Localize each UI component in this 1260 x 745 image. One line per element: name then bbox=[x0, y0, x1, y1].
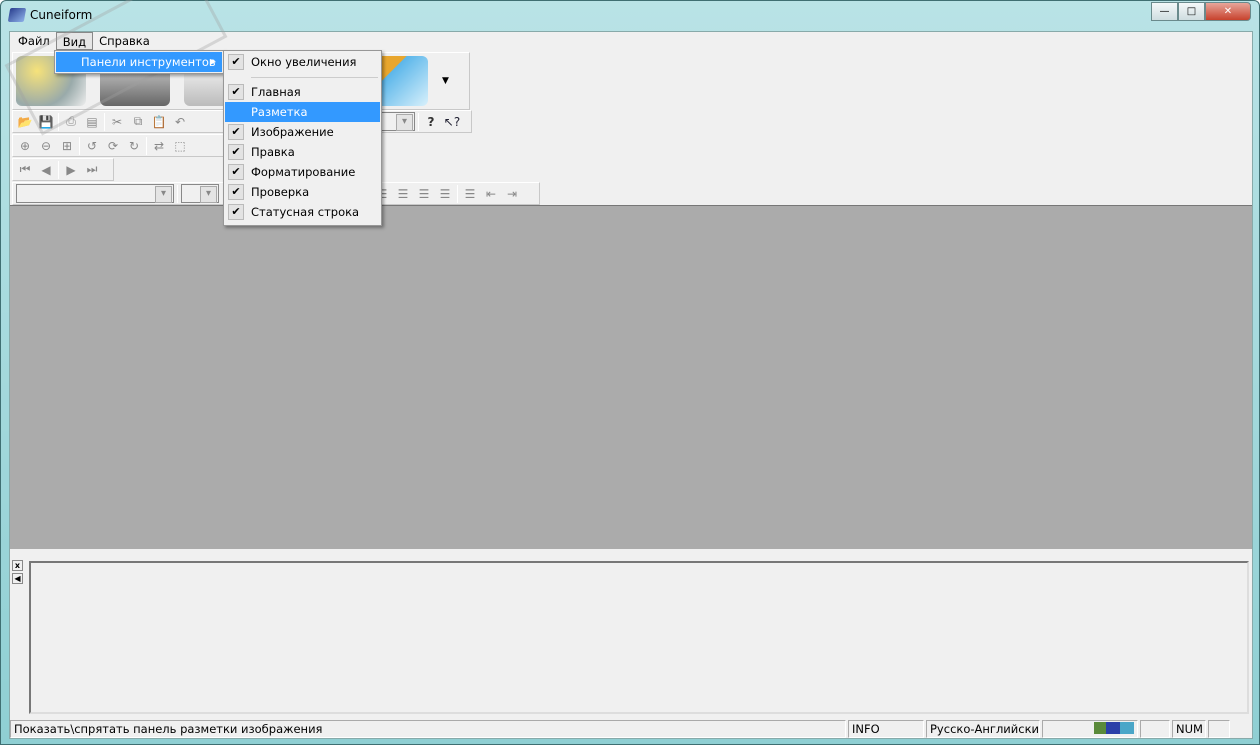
cut-icon[interactable]: ✂ bbox=[108, 113, 126, 131]
open-icon[interactable]: 📂 bbox=[16, 113, 34, 131]
panel-close-button[interactable]: x bbox=[12, 560, 23, 571]
panel-collapse-button[interactable]: ◀ bbox=[12, 573, 23, 584]
image-toolbar: ⊕ ⊖ ⊞ ↺ ⟳ ↻ ⇄ ⬚ bbox=[12, 134, 224, 157]
app-icon bbox=[7, 8, 27, 22]
paste-icon[interactable]: 📋 bbox=[150, 113, 168, 131]
toolbars-submenu: ✔ Окно увеличения ✔ Главная Разметка ✔ Изоб… bbox=[223, 50, 382, 226]
fit-icon[interactable]: ⊞ bbox=[58, 137, 76, 155]
print-preview-icon[interactable]: ▤ bbox=[83, 113, 101, 131]
view-menu: Панели инструментов ▶ bbox=[54, 50, 224, 74]
status-num: NUM bbox=[1172, 720, 1206, 738]
invert-icon[interactable]: ⇄ bbox=[150, 137, 168, 155]
check-icon: ✔ bbox=[228, 204, 244, 220]
title-bar: Cuneiform — □ ✕ bbox=[1, 1, 1259, 31]
menu-item-layout[interactable]: Разметка bbox=[225, 102, 380, 122]
font-combo[interactable] bbox=[16, 184, 174, 203]
last-page-icon[interactable]: ⏭ bbox=[83, 161, 101, 179]
status-language: Русско-Английский bbox=[926, 720, 1040, 738]
rotate-180-icon[interactable]: ⟳ bbox=[104, 137, 122, 155]
text-area[interactable] bbox=[29, 561, 1249, 714]
status-view-icons bbox=[1042, 720, 1138, 738]
table-view-icon[interactable] bbox=[1106, 722, 1120, 734]
copy-icon[interactable]: ⧉ bbox=[129, 113, 147, 131]
rotate-right-icon[interactable]: ↻ bbox=[125, 137, 143, 155]
status-message: Показать\спрятать панель разметки изобра… bbox=[10, 720, 846, 738]
print-icon[interactable]: ⎙ bbox=[62, 113, 80, 131]
help-icon[interactable]: ? bbox=[422, 113, 440, 131]
menu-help[interactable]: Справка bbox=[93, 32, 156, 50]
indent-icon[interactable]: ⇥ bbox=[503, 185, 521, 203]
submenu-arrow-icon: ▶ bbox=[209, 57, 216, 66]
justify-icon[interactable]: ☰ bbox=[436, 185, 454, 203]
list-icon[interactable]: ☰ bbox=[461, 185, 479, 203]
close-button[interactable]: ✕ bbox=[1205, 2, 1251, 21]
menu-item-zoom-window[interactable]: ✔ Окно увеличения bbox=[225, 52, 380, 72]
window-title: Cuneiform bbox=[30, 8, 93, 22]
menu-file[interactable]: Файл bbox=[12, 32, 56, 50]
next-page-icon[interactable]: ▶ bbox=[62, 161, 80, 179]
menu-item-statusbar[interactable]: ✔ Статусная строка bbox=[225, 202, 380, 222]
columns-view-icon[interactable] bbox=[1120, 722, 1134, 734]
menu-item-toolbars[interactable]: Панели инструментов ▶ bbox=[56, 52, 222, 72]
menu-item-edit[interactable]: ✔ Правка bbox=[225, 142, 380, 162]
check-icon: ✔ bbox=[228, 144, 244, 160]
check-icon: ✔ bbox=[228, 84, 244, 100]
navigation-toolbar: ⏮ ◀ ▶ ⏭ bbox=[12, 158, 114, 181]
select-area-icon[interactable]: ⬚ bbox=[171, 137, 189, 155]
minimize-button[interactable]: — bbox=[1151, 2, 1178, 21]
zoom-in-icon[interactable]: ⊕ bbox=[16, 137, 34, 155]
first-page-icon[interactable]: ⏮ bbox=[16, 161, 34, 179]
outdent-icon[interactable]: ⇤ bbox=[482, 185, 500, 203]
menu-item-formatting[interactable]: ✔ Форматирование bbox=[225, 162, 380, 182]
check-icon: ✔ bbox=[228, 164, 244, 180]
menu-item-image[interactable]: ✔ Изображение bbox=[225, 122, 380, 142]
image-view-icon[interactable] bbox=[1094, 722, 1106, 734]
image-workspace[interactable] bbox=[10, 205, 1252, 549]
align-right-icon[interactable]: ☰ bbox=[415, 185, 433, 203]
text-panel: x ◀ bbox=[10, 552, 1252, 717]
zoom-out-icon[interactable]: ⊖ bbox=[37, 137, 55, 155]
align-center-icon[interactable]: ☰ bbox=[394, 185, 412, 203]
menu-item-main[interactable]: ✔ Главная bbox=[225, 82, 380, 102]
menu-view[interactable]: Вид bbox=[55, 32, 94, 50]
save-icon[interactable]: 💾 bbox=[37, 113, 55, 131]
font-size-combo[interactable] bbox=[181, 184, 219, 203]
status-info: INFO bbox=[848, 720, 924, 738]
prev-page-icon[interactable]: ◀ bbox=[37, 161, 55, 179]
app-window: Cuneiform — □ ✕ Файл Вид Справка ▼ 📂 💾 ⎙… bbox=[0, 0, 1260, 745]
undo-icon[interactable]: ↶ bbox=[171, 113, 189, 131]
check-icon: ✔ bbox=[228, 54, 244, 70]
check-icon: ✔ bbox=[228, 124, 244, 140]
client-area: Файл Вид Справка ▼ 📂 💾 ⎙ ▤ ✂ ⧉ 📋 ↶ ? ↖? … bbox=[9, 31, 1253, 739]
menu-bar: Файл Вид Справка bbox=[10, 32, 1252, 51]
dropdown-arrow-icon[interactable]: ▼ bbox=[442, 76, 449, 86]
context-help-icon[interactable]: ↖? bbox=[443, 113, 461, 131]
menu-item-spellcheck[interactable]: ✔ Проверка bbox=[225, 182, 380, 202]
rotate-left-icon[interactable]: ↺ bbox=[83, 137, 101, 155]
status-bar: Показать\спрятать панель разметки изобра… bbox=[10, 720, 1252, 739]
check-icon: ✔ bbox=[228, 184, 244, 200]
maximize-button[interactable]: □ bbox=[1178, 2, 1205, 21]
